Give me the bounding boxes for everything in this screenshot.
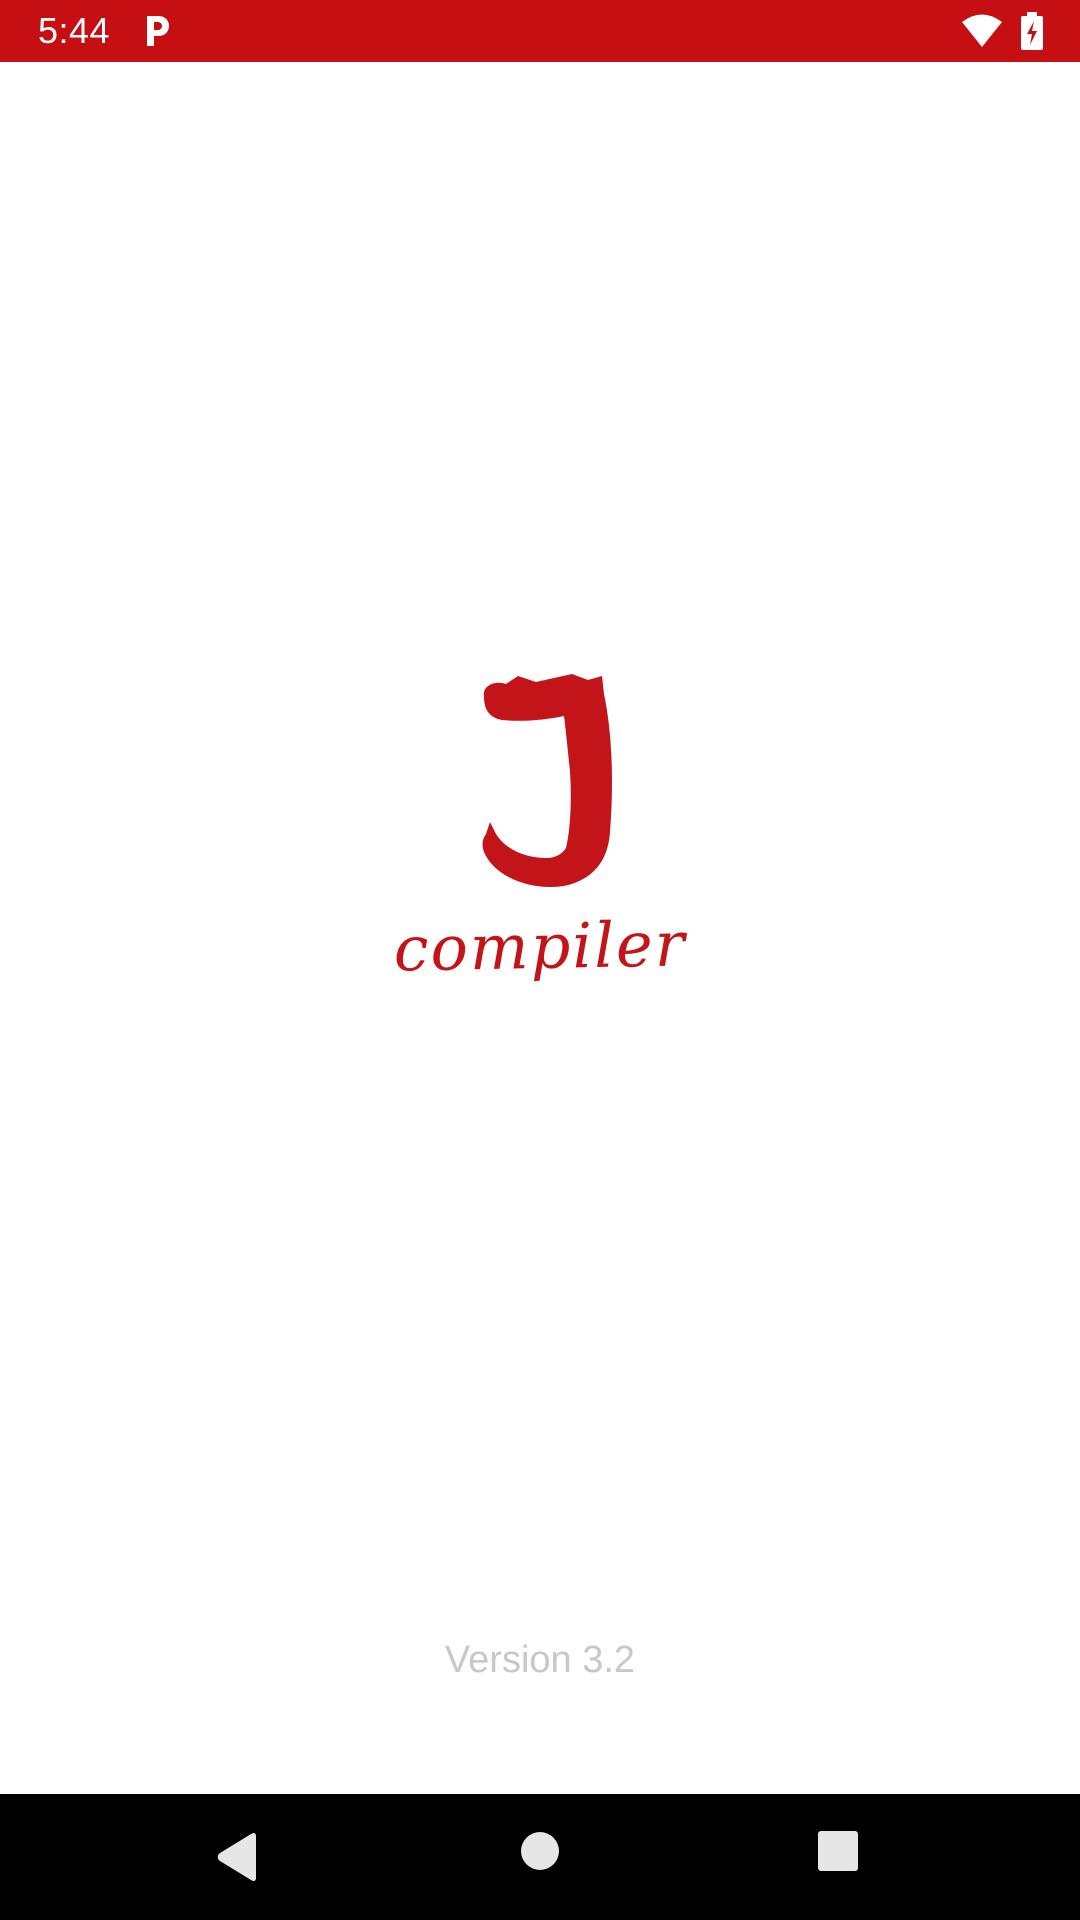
battery-charging-icon: [1021, 12, 1043, 50]
logo-text: compiler: [393, 907, 687, 986]
back-icon[interactable]: [216, 1832, 260, 1882]
wifi-icon: [962, 14, 1002, 47]
recents-icon[interactable]: [818, 1831, 858, 1871]
splash-content: compiler Version 3.2: [0, 62, 1080, 1794]
app-logo: compiler: [390, 672, 690, 1062]
screen: 5:44 compiler Version 3.2: [0, 0, 1080, 1920]
navigation-bar: [0, 1794, 1080, 1920]
home-icon[interactable]: [521, 1832, 559, 1870]
p-notification-icon: [147, 16, 169, 46]
j-logo-mark: [482, 674, 612, 887]
status-bar: 5:44: [0, 0, 1080, 62]
version-text: Version 3.2: [444, 1639, 636, 1681]
status-time: 5:44: [38, 10, 111, 51]
